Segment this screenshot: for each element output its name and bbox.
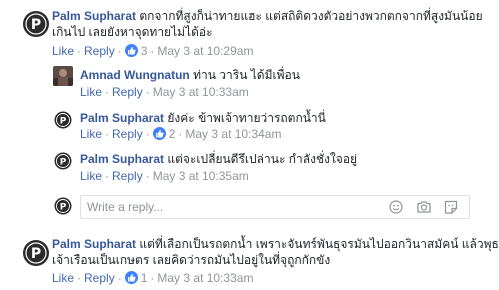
comment-actions: Like · Reply · 1 · May 3 at 10:33am [52,270,253,286]
separator-dot: · [105,169,110,183]
timestamp-link[interactable]: May 3 at 10:29am [157,44,253,58]
comment-body: แต่ที่เลือกเป็นรถตกน้ำ เพราะจันทร์พันธุจ… [139,237,499,251]
separator-dot: · [77,44,82,58]
reply-text: Palm Supharat แต่จะเปลี่ยนดีรึเปล่านะ กำ… [80,151,357,167]
reply-link[interactable]: Reply [112,85,143,99]
svg-text:P: P [31,17,41,33]
reply-link[interactable]: Reply [84,44,115,58]
palm-avatar-icon[interactable]: P [53,110,73,130]
svg-text:P: P [60,158,67,168]
reply-link[interactable]: Reply [112,169,143,183]
separator-dot: · [105,127,110,141]
reply-actions: Like · Reply · May 3 at 10:35am [80,168,249,184]
reply-author-link[interactable]: Palm Supharat [80,111,164,125]
like-count[interactable]: 3 [141,44,148,58]
camera-icon[interactable] [416,200,432,214]
reply-author-link[interactable]: Amnad Wungnatun [80,68,190,82]
reply-actions: Like · Reply · May 3 at 10:33am [80,84,249,100]
palm-avatar-icon[interactable]: P [20,237,52,269]
separator-dot: · [117,44,122,58]
separator-dot: · [150,271,155,285]
palm-avatar-icon: P [53,196,73,216]
svg-text:P: P [31,246,41,262]
reply-text: Amnad Wungnatun ท่าน วาริน ได้มีเพื่อน [80,67,300,83]
thumbs-up-icon[interactable] [152,127,166,140]
amnad-avatar-icon[interactable] [53,66,73,86]
svg-text:P: P [60,117,67,127]
comment-actions: Like · Reply · 3 · May 3 at 10:29am [52,43,253,59]
like-link[interactable]: Like [80,85,102,99]
reply-body: ยังค่ะ ข้าพเจ้าทายว่ารถตกน้ำนี่ [167,111,326,125]
separator-dot: · [77,271,82,285]
comment-author-link[interactable]: Palm Supharat [52,237,136,251]
reply-actions: Like · Reply · 2 · May 3 at 10:34am [80,126,281,142]
like-count[interactable]: 1 [141,271,148,285]
reply-input[interactable] [87,199,377,215]
reply-body: แต่จะเปลี่ยนดีรึเปล่านะ กำลังชั่งใจอยู่ [167,152,358,166]
reply-link[interactable]: Reply [112,127,143,141]
comment-text: Palm Supharat ตกจากที่สูงก็น่าทายแฮะ แต่… [52,8,483,24]
sticker-icon[interactable] [443,200,459,214]
smiley-icon[interactable] [388,200,404,214]
palm-avatar-icon[interactable]: P [53,151,73,171]
comment-author-link[interactable]: Palm Supharat [52,9,136,23]
reply-body: ท่าน วาริน ได้มีเพื่อน [193,68,300,82]
like-count[interactable]: 2 [169,127,176,141]
separator-dot: · [178,127,183,141]
timestamp-link[interactable]: May 3 at 10:35am [153,169,249,183]
like-link[interactable]: Like [80,127,102,141]
comment-body-line2: เกินไป เลยยังหาจุดทายไม่ได้อ่ะ [52,25,213,39]
timestamp-link[interactable]: May 3 at 10:33am [153,85,249,99]
reply-text: Palm Supharat ยังค่ะ ข้าพเจ้าทายว่ารถตกน… [80,110,326,126]
separator-dot: · [145,85,150,99]
comment-body: ตกจากที่สูงก็น่าทายแฮะ แต่สถิติดวงตัวอย่… [139,9,483,23]
reply-composer[interactable] [80,195,470,219]
timestamp-link[interactable]: May 3 at 10:33am [157,271,253,285]
reply-link[interactable]: Reply [84,271,115,285]
separator-dot: · [105,85,110,99]
separator-dot: · [117,271,122,285]
separator-dot: · [145,127,150,141]
comment-body-line2: เจ้าเรือนเป็นเกษตร เลยคิดว่ารถมันไปอยู่ใ… [52,253,331,267]
like-link[interactable]: Like [80,169,102,183]
like-link[interactable]: Like [52,271,74,285]
thumbs-up-icon[interactable] [124,44,138,57]
like-link[interactable]: Like [52,44,74,58]
svg-text:P: P [60,203,67,213]
timestamp-link[interactable]: May 3 at 10:34am [185,127,281,141]
thumbs-up-icon[interactable] [124,271,138,284]
comment-text: Palm Supharat แต่ที่เลือกเป็นรถตกน้ำ เพร… [52,236,499,252]
separator-dot: · [145,169,150,183]
palm-avatar-icon[interactable]: P [20,8,52,40]
separator-dot: · [150,44,155,58]
reply-author-link[interactable]: Palm Supharat [80,152,164,166]
